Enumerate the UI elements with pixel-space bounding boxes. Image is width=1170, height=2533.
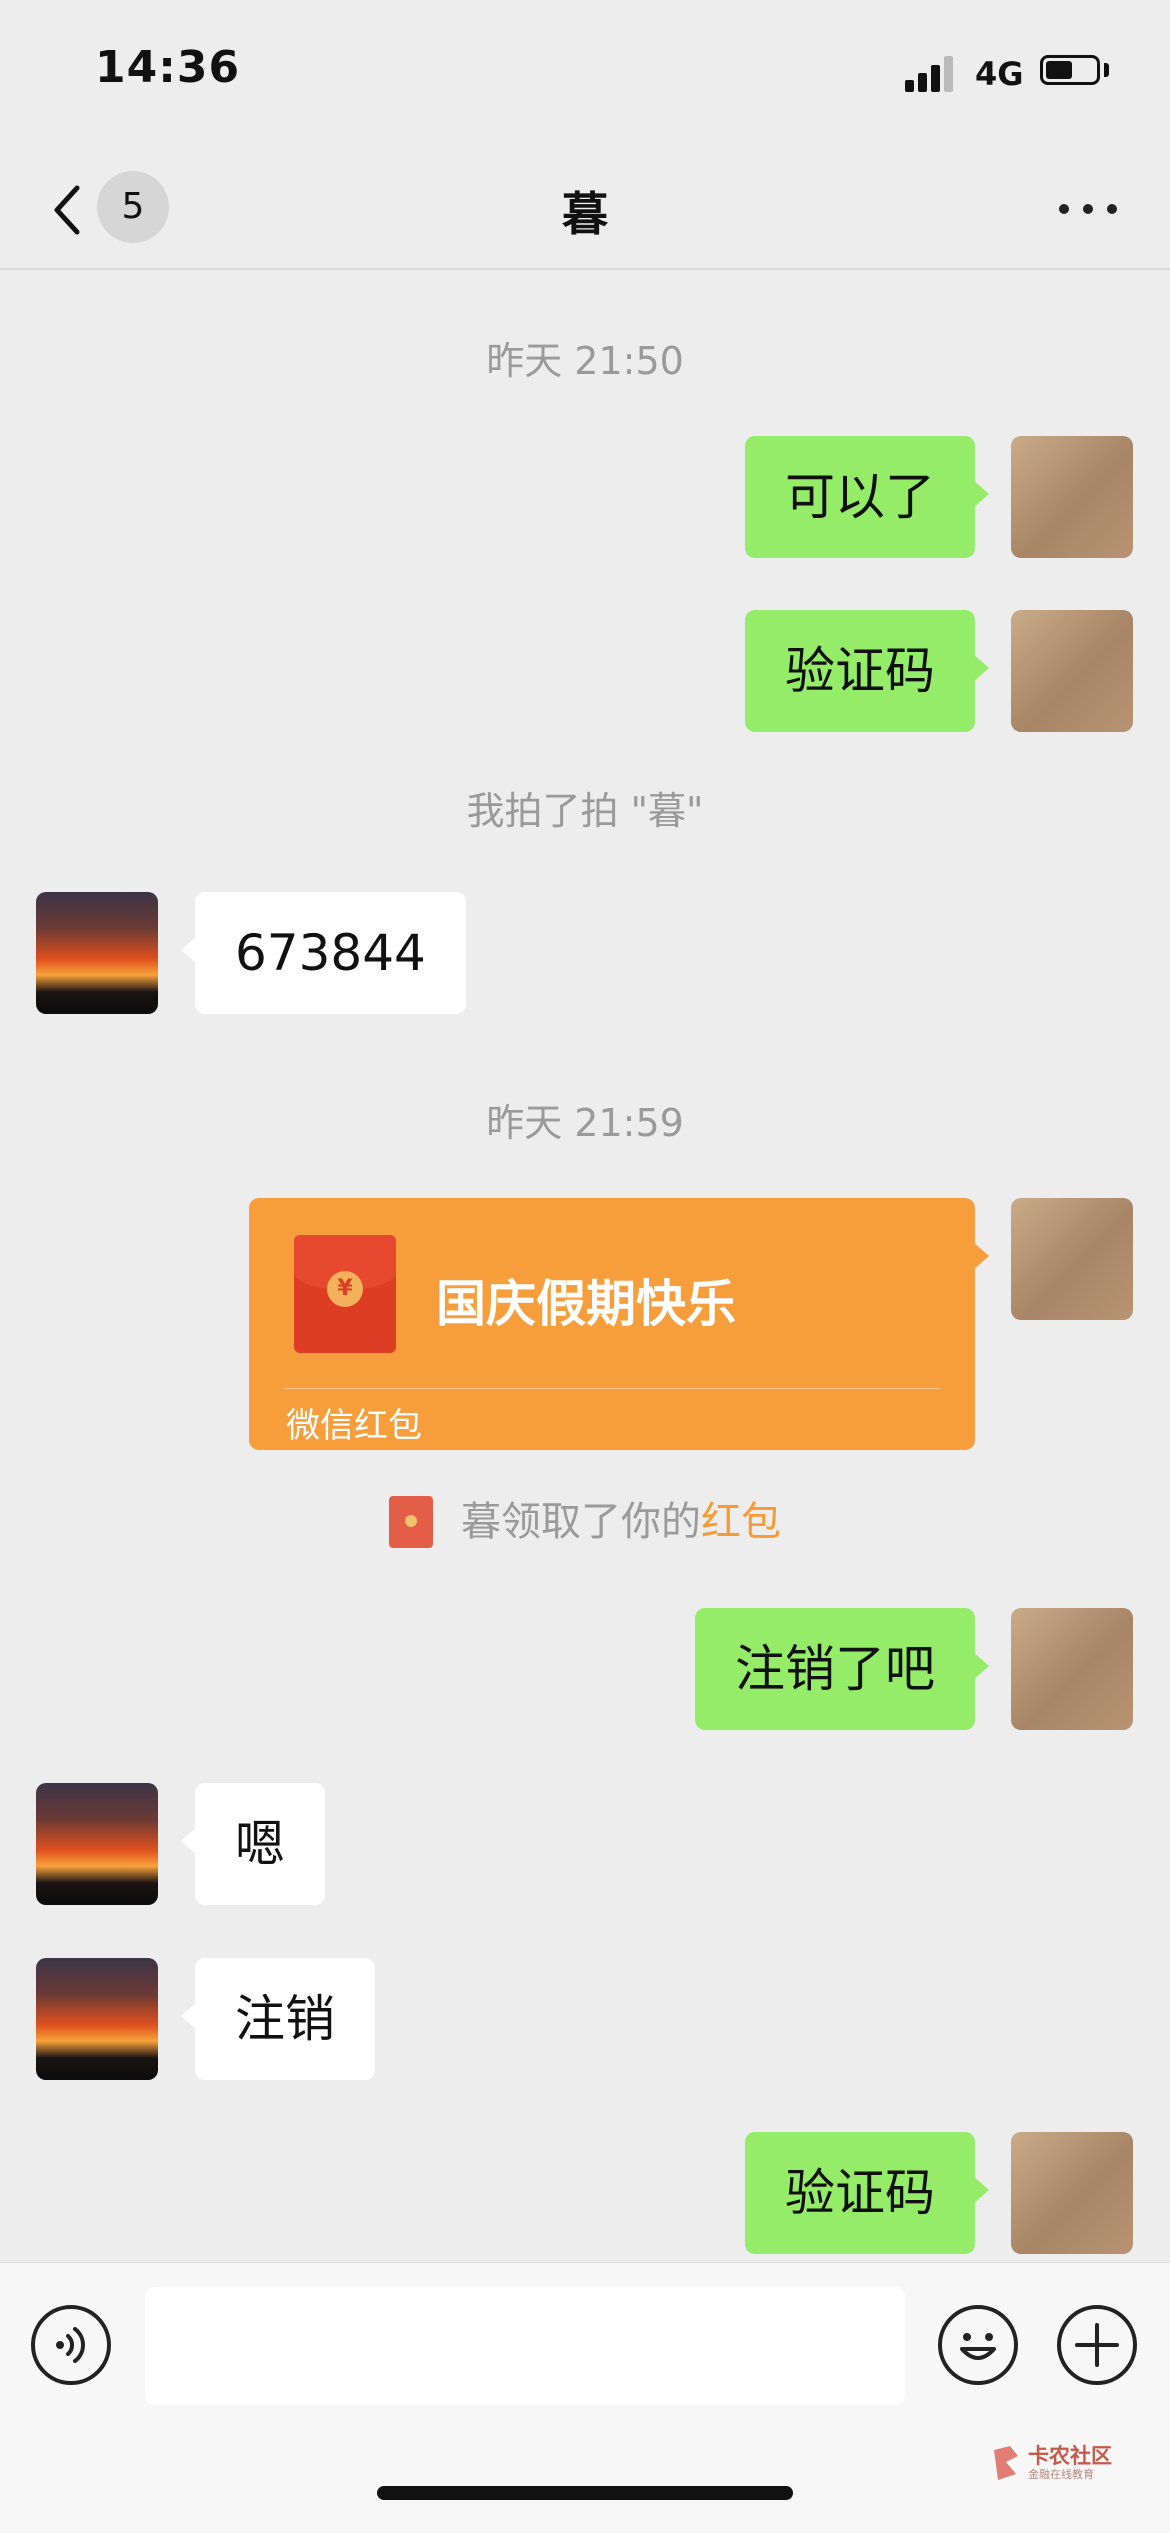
avatar-self[interactable] <box>1011 1608 1133 1730</box>
home-indicator[interactable] <box>377 2486 793 2500</box>
message-bubble-self[interactable]: 验证码 <box>745 610 989 732</box>
message-timestamp: 昨天 21:50 <box>486 339 684 383</box>
red-packet-claim-message: 暮领取了你的红包 <box>0 1494 1170 1554</box>
red-packet-link[interactable]: 红包 <box>701 1499 781 1545</box>
message-bubble-self[interactable]: 验证码 <box>745 2132 989 2254</box>
battery-icon <box>1040 55 1100 85</box>
network-label: 4G <box>975 55 1024 93</box>
status-bar: 14:36 4G <box>0 0 1170 150</box>
battery-cap <box>1104 63 1109 77</box>
ellipsis-icon[interactable] <box>1055 182 1121 232</box>
watermark-subtitle: 金融在线教育 <box>1028 2468 1094 2481</box>
avatar-self[interactable] <box>1011 2132 1133 2254</box>
voice-icon[interactable] <box>31 2305 111 2385</box>
red-packet-seal: ¥ <box>327 1271 363 1307</box>
message-bubble-other[interactable]: 注销 <box>181 1958 375 2080</box>
avatar-self[interactable] <box>1011 436 1133 558</box>
plus-icon[interactable] <box>1057 2305 1137 2385</box>
message-bubble-self[interactable]: 注销了吧 <box>695 1608 989 1730</box>
message-bubble-other[interactable]: 673844 <box>181 892 466 1014</box>
signal-icon <box>905 56 955 92</box>
chat-title: 暮 <box>562 187 608 241</box>
nav-bar: 5 暮 <box>0 150 1170 270</box>
red-packet-greeting: 国庆假期快乐 <box>436 1275 736 1333</box>
message-bubble-other[interactable]: 嗯 <box>181 1783 325 1905</box>
emoji-icon[interactable] <box>938 2305 1018 2385</box>
red-packet-card[interactable]: ¥ 国庆假期快乐 微信红包 <box>249 1198 989 1450</box>
message-timestamp: 昨天 21:59 <box>486 1101 684 1145</box>
watermark-logo: 卡农社区 金融在线教育 <box>990 2440 1112 2490</box>
avatar-self[interactable] <box>1011 1198 1133 1320</box>
watermark-icon <box>994 2446 1018 2480</box>
battery-fill <box>1046 61 1072 79</box>
red-packet-small-icon <box>389 1496 433 1548</box>
red-packet-divider <box>284 1388 940 1389</box>
avatar-contact[interactable] <box>36 892 158 1014</box>
claim-text: 暮领取了你的 <box>461 1499 701 1545</box>
avatar-self[interactable] <box>1011 610 1133 732</box>
avatar-contact[interactable] <box>36 1958 158 2080</box>
avatar-contact[interactable] <box>36 1783 158 1905</box>
pat-system-message: 我拍了拍 "暮" <box>466 789 704 833</box>
status-time: 14:36 <box>95 42 241 93</box>
message-input[interactable] <box>145 2287 905 2405</box>
message-bubble-self[interactable]: 可以了 <box>745 436 989 558</box>
red-packet-label: 微信红包 <box>286 1406 422 1446</box>
red-packet-icon: ¥ <box>294 1235 396 1353</box>
